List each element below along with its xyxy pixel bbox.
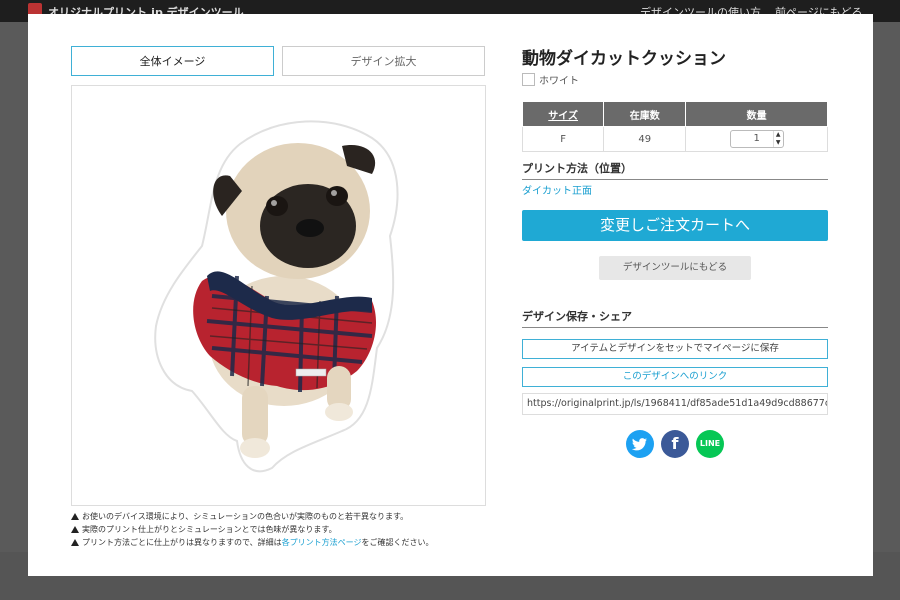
warning-icon [71,526,79,533]
facebook-icon[interactable]: f [661,430,689,458]
stock-header: 在庫数 [603,101,687,127]
print-method-label: プリント方法（位置） [522,160,828,180]
color-option: ホワイト [522,72,579,87]
warning-icon [71,539,79,546]
size-header[interactable]: サイズ [521,101,605,127]
tab-design-zoom[interactable]: デザイン拡大 [282,46,485,76]
save-to-mypage-button[interactable]: アイテムとデザインをセットでマイページに保存 [522,339,828,359]
notes: お使いのデバイス環境により、シミュレーションの色合いが実際のものと若干異なります… [71,510,434,549]
table-row: F 49 1 ▲ ▼ [521,126,828,152]
print-method-page-link[interactable]: 各プリント方法ページ [282,538,362,547]
product-title: 動物ダイカットクッション [522,49,726,69]
stepper-arrows-icon[interactable]: ▲ ▼ [772,131,783,147]
quantity-header: 数量 [685,101,828,127]
note-row: 実際のプリント仕上がりとシミュレーションとでは色味が異なります。 [71,523,434,536]
tab-full-image[interactable]: 全体イメージ [71,46,274,76]
note-row: お使いのデバイス環境により、シミュレーションの色合いが実際のものと若干異なります… [71,510,434,523]
size-cell: F [521,126,605,152]
note-row: プリント方法ごとに仕上がりは異なりますので、詳細は各プリント方法ページをご確認く… [71,536,434,549]
print-method-link[interactable]: ダイカット正面 [522,182,592,197]
pug-cushion-image [154,120,399,473]
line-icon[interactable]: LINE [696,430,724,458]
twitter-icon[interactable] [626,430,654,458]
share-url-field[interactable]: https://originalprint.jp/ls/1968411/df85… [522,393,828,415]
product-preview [71,85,486,506]
stock-cell: 49 [603,126,687,152]
stock-table: サイズ 在庫数 数量 F 49 1 ▲ ▼ [521,101,828,152]
order-cart-button[interactable]: 変更しご注文カートへ [522,210,828,241]
design-link-button[interactable]: このデザインへのリンク [522,367,828,387]
warning-icon [71,513,79,520]
quantity-cell: 1 ▲ ▼ [685,126,828,152]
color-swatch [522,73,535,86]
share-section-title: デザイン保存・シェア [522,308,828,328]
quantity-stepper[interactable]: 1 ▲ ▼ [729,130,784,148]
design-preview-modal: 全体イメージ デザイン拡大 お使いのデバイス環境により、シミュレーションの色合い… [28,14,873,576]
color-name: ホワイト [539,76,579,87]
back-to-design-tool-button[interactable]: デザインツールにもどる [599,256,751,280]
